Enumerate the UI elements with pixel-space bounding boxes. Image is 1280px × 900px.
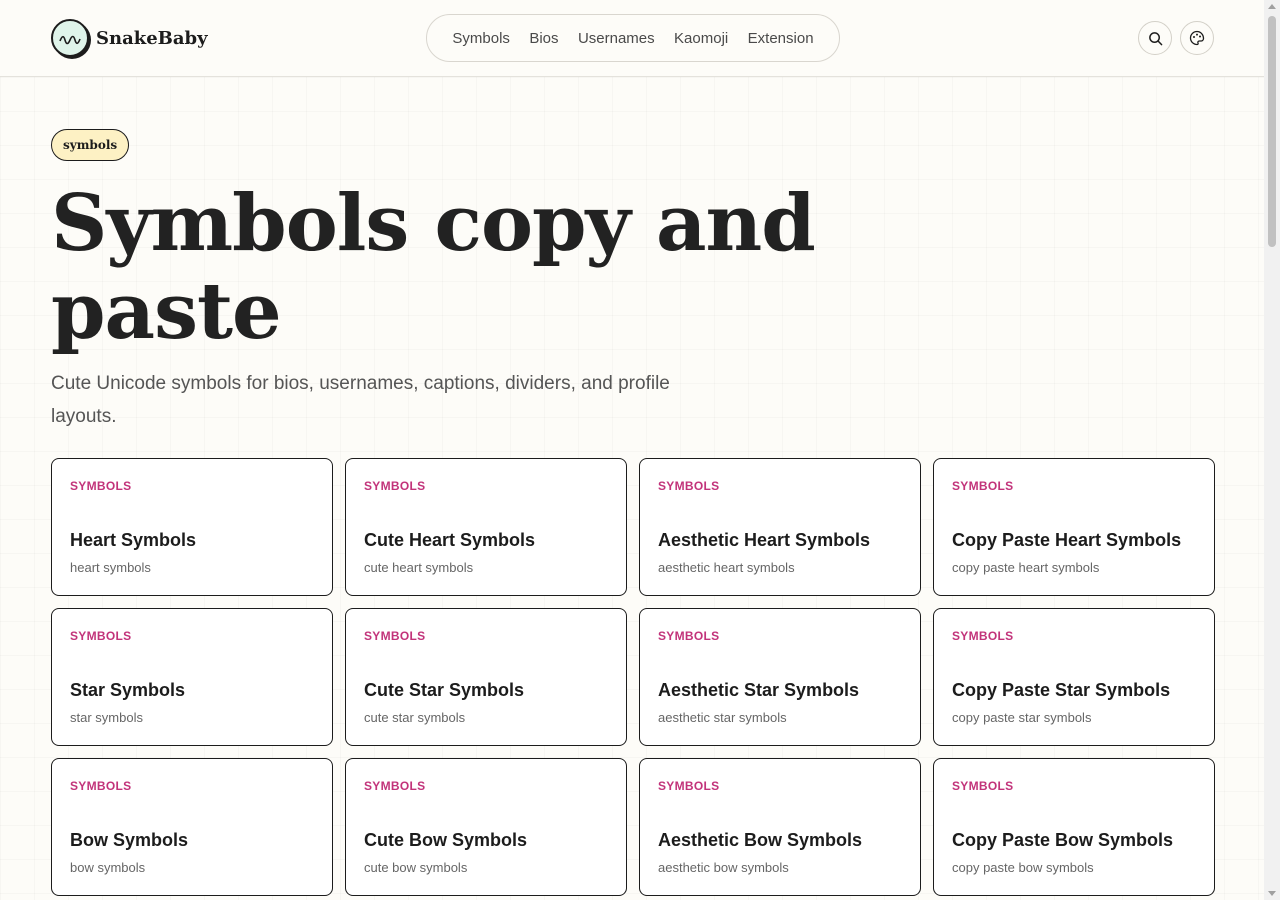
- nav-link-kaomoji[interactable]: Kaomoji: [674, 30, 728, 47]
- card-heart-symbols[interactable]: SYMBOLS Heart Symbols heart symbols: [51, 458, 333, 596]
- page-scrollbar[interactable]: [1264, 0, 1280, 900]
- brand-link[interactable]: SnakeBaby: [51, 19, 208, 57]
- card-tag: SYMBOLS: [658, 479, 720, 493]
- card-tag: SYMBOLS: [364, 629, 426, 643]
- card-tag: SYMBOLS: [658, 629, 720, 643]
- scroll-up-icon[interactable]: [1268, 4, 1276, 9]
- site-header: SnakeBaby Symbols Bios Usernames Kaomoji…: [0, 0, 1264, 77]
- search-icon: [1148, 31, 1162, 45]
- card-tag: SYMBOLS: [658, 779, 720, 793]
- card-tag: SYMBOLS: [952, 479, 1014, 493]
- scrollbar-thumb[interactable]: [1268, 16, 1276, 247]
- symbol-card-grid: SYMBOLS Heart Symbols heart symbols SYMB…: [51, 458, 1215, 896]
- card-aesthetic-star-symbols[interactable]: SYMBOLS Aesthetic Star Symbols aesthetic…: [639, 608, 921, 746]
- card-subtitle: star symbols: [70, 710, 143, 725]
- card-title: Aesthetic Bow Symbols: [658, 830, 863, 850]
- card-copy-paste-heart-symbols[interactable]: SYMBOLS Copy Paste Heart Symbols copy pa…: [933, 458, 1215, 596]
- card-title: Cute Heart Symbols: [364, 530, 536, 550]
- card-subtitle: cute bow symbols: [364, 860, 468, 875]
- card-title: Aesthetic Star Symbols: [658, 680, 860, 700]
- card-title: Heart Symbols: [70, 530, 197, 550]
- card-title: Cute Bow Symbols: [364, 830, 528, 850]
- card-cute-star-symbols[interactable]: SYMBOLS Cute Star Symbols cute star symb…: [345, 608, 627, 746]
- card-subtitle: copy paste bow symbols: [952, 860, 1094, 875]
- search-button[interactable]: [1138, 21, 1172, 55]
- card-aesthetic-bow-symbols[interactable]: SYMBOLS Aesthetic Bow Symbols aesthetic …: [639, 758, 921, 896]
- card-title: Bow Symbols: [70, 830, 189, 850]
- card-tag: SYMBOLS: [952, 779, 1014, 793]
- card-tag: SYMBOLS: [364, 779, 426, 793]
- card-title: Aesthetic Heart Symbols: [658, 530, 871, 550]
- card-subtitle: copy paste star symbols: [952, 710, 1092, 725]
- nav-link-symbols[interactable]: Symbols: [452, 30, 510, 47]
- card-copy-paste-bow-symbols[interactable]: SYMBOLS Copy Paste Bow Symbols copy past…: [933, 758, 1215, 896]
- card-tag: SYMBOLS: [70, 479, 132, 493]
- card-title: Copy Paste Star Symbols: [952, 680, 1171, 700]
- theme-button[interactable]: [1180, 21, 1214, 55]
- card-tag: SYMBOLS: [70, 629, 132, 643]
- card-copy-paste-star-symbols[interactable]: SYMBOLS Copy Paste Star Symbols copy pas…: [933, 608, 1215, 746]
- card-subtitle: cute heart symbols: [364, 560, 474, 575]
- card-title: Star Symbols: [70, 680, 186, 700]
- scroll-down-icon[interactable]: [1268, 891, 1276, 896]
- card-subtitle: heart symbols: [70, 560, 151, 575]
- card-subtitle: cute star symbols: [364, 710, 466, 725]
- nav-link-bios[interactable]: Bios: [529, 30, 558, 47]
- card-tag: SYMBOLS: [70, 779, 132, 793]
- card-cute-heart-symbols[interactable]: SYMBOLS Cute Heart Symbols cute heart sy…: [345, 458, 627, 596]
- nav-link-extension[interactable]: Extension: [748, 30, 814, 47]
- page-title: Symbols copy and paste: [51, 178, 816, 357]
- card-title: Copy Paste Bow Symbols: [952, 830, 1174, 850]
- card-cute-bow-symbols[interactable]: SYMBOLS Cute Bow Symbols cute bow symbol…: [345, 758, 627, 896]
- card-subtitle: aesthetic heart symbols: [658, 560, 795, 575]
- nav-link-usernames[interactable]: Usernames: [578, 30, 655, 47]
- card-subtitle: aesthetic bow symbols: [658, 860, 789, 875]
- category-badge: symbols: [51, 129, 130, 161]
- card-bow-symbols[interactable]: SYMBOLS Bow Symbols bow symbols: [51, 758, 333, 896]
- card-tag: SYMBOLS: [364, 479, 426, 493]
- palette-icon: [1189, 30, 1205, 46]
- main-nav: Symbols Bios Usernames Kaomoji Extension: [426, 14, 840, 62]
- card-star-symbols[interactable]: SYMBOLS Star Symbols star symbols: [51, 608, 333, 746]
- page-subtitle: Cute Unicode symbols for bios, usernames…: [51, 373, 670, 427]
- card-tag: SYMBOLS: [952, 629, 1014, 643]
- card-subtitle: aesthetic star symbols: [658, 710, 787, 725]
- card-subtitle: bow symbols: [70, 860, 146, 875]
- card-subtitle: copy paste heart symbols: [952, 560, 1100, 575]
- card-aesthetic-heart-symbols[interactable]: SYMBOLS Aesthetic Heart Symbols aestheti…: [639, 458, 921, 596]
- brand-name: SnakeBaby: [96, 27, 208, 49]
- card-title: Cute Star Symbols: [364, 680, 525, 700]
- snake-logo-icon: [51, 19, 89, 57]
- card-title: Copy Paste Heart Symbols: [952, 530, 1182, 550]
